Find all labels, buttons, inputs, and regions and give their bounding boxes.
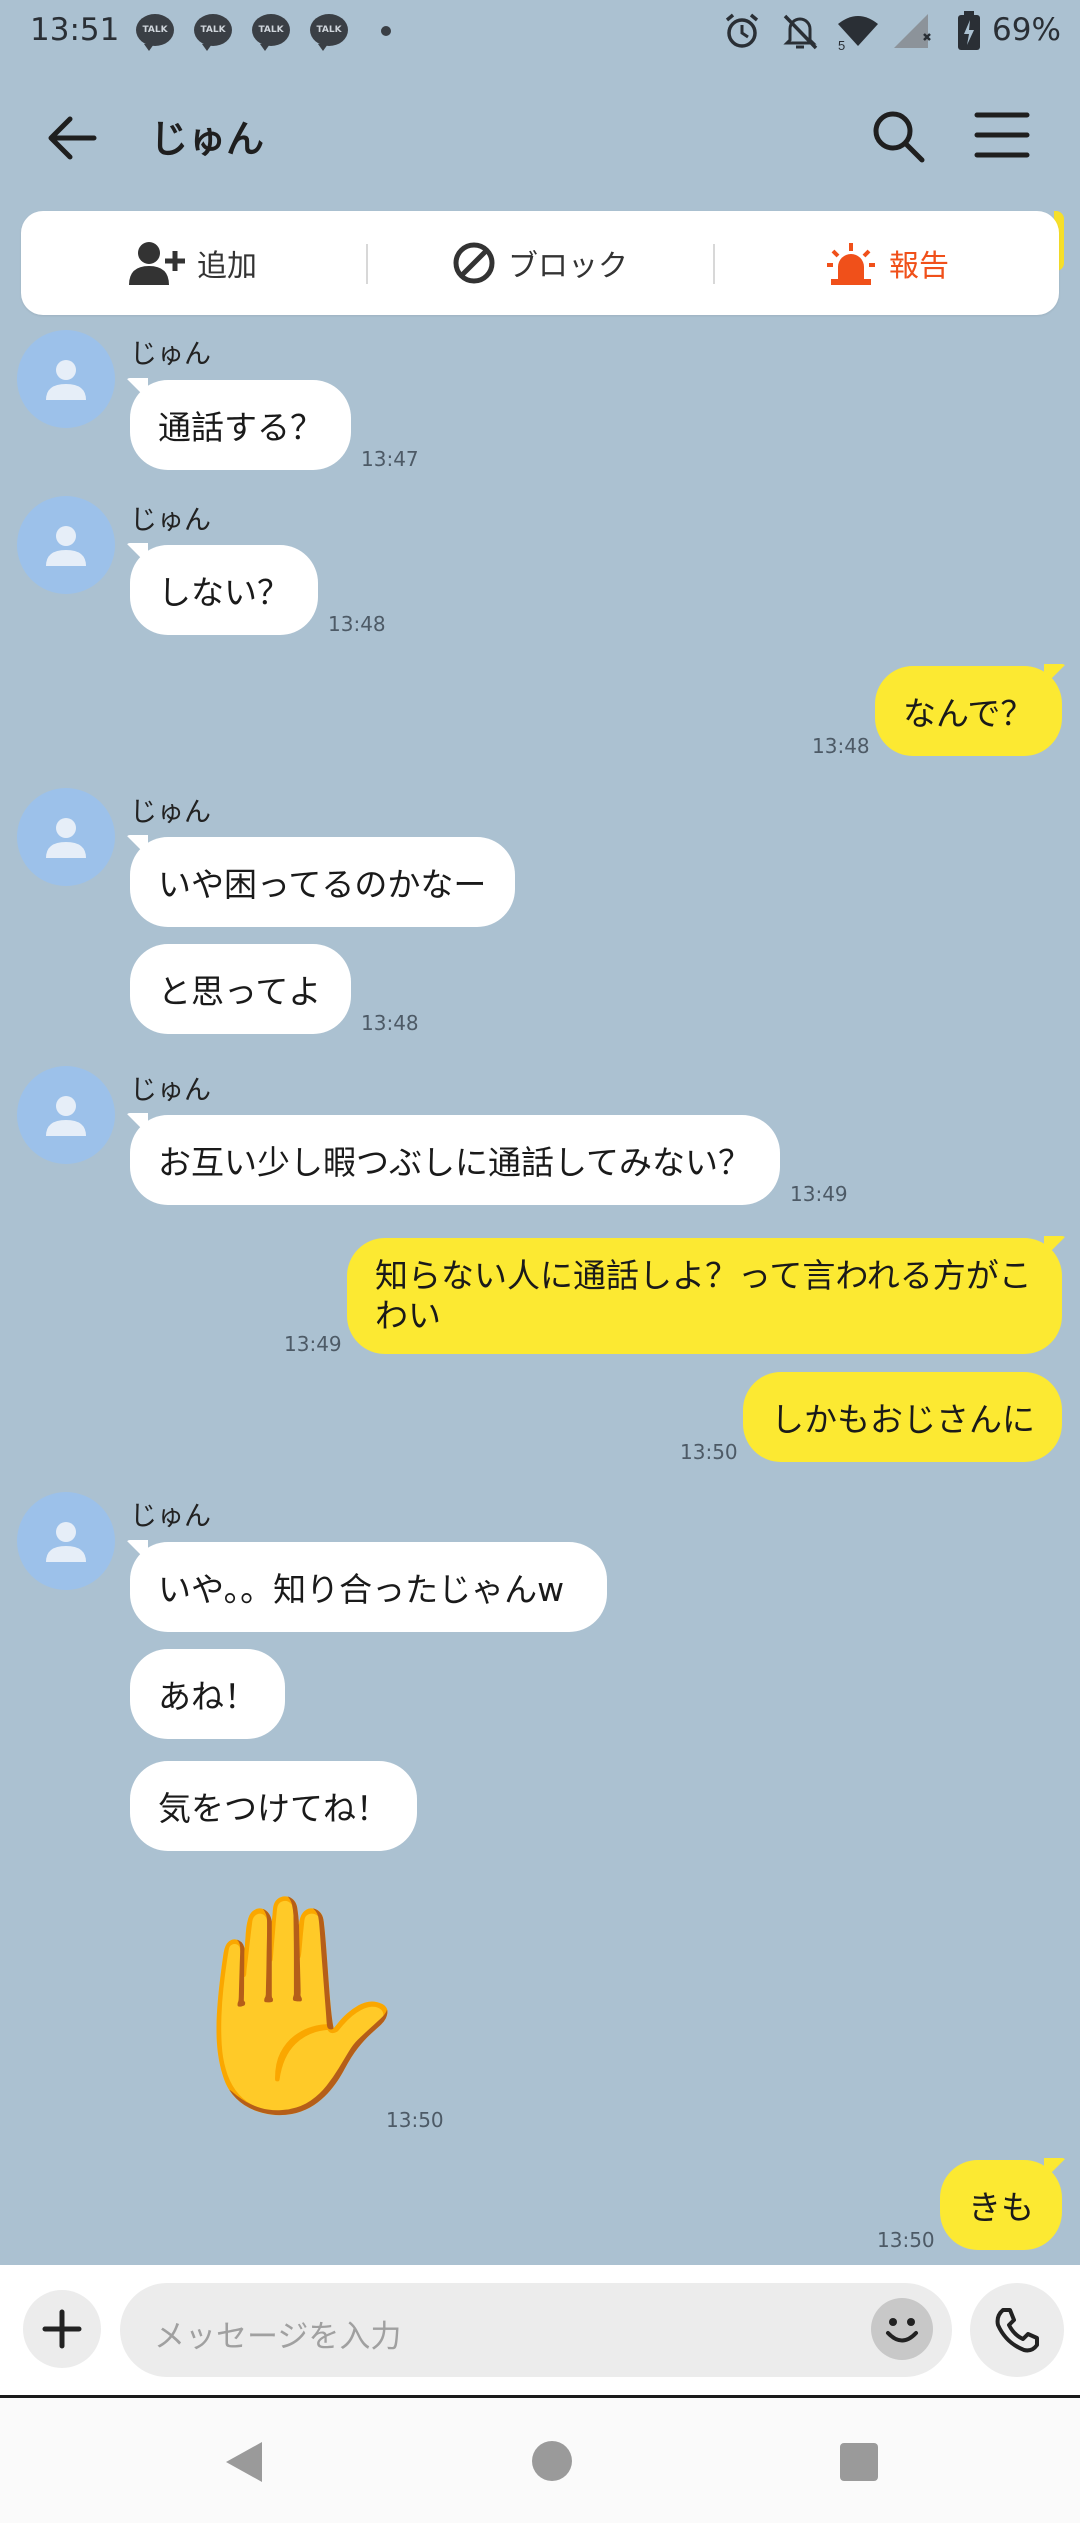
add-friend-label: 追加: [197, 249, 257, 284]
message-time: 13:48: [812, 734, 870, 758]
received-message[interactable]: 通話する？: [130, 380, 351, 470]
avatar[interactable]: [17, 1066, 115, 1164]
hand-sticker[interactable]: ✋: [160, 1890, 421, 2120]
plus-icon: [42, 2309, 82, 2349]
default-profile-icon: [46, 360, 86, 400]
talk-notification-icon: TALK: [194, 14, 232, 51]
avatar[interactable]: [17, 496, 115, 594]
sent-message[interactable]: きも: [940, 2160, 1062, 2250]
message-time: 13:50: [680, 1440, 738, 1464]
message-time: 13:50: [877, 2228, 935, 2252]
avatar[interactable]: [17, 1492, 115, 1590]
svg-text:5: 5: [838, 38, 845, 52]
call-button[interactable]: [970, 2283, 1064, 2377]
sent-message[interactable]: なんで？: [875, 666, 1062, 756]
report-button[interactable]: 報告: [715, 211, 1059, 315]
sender-name: じゅん: [130, 1501, 211, 1532]
emoticon-button[interactable]: [871, 2298, 933, 2360]
battery-icon: [958, 11, 980, 50]
received-message[interactable]: しない？: [130, 545, 318, 635]
message-time: 13:49: [284, 1332, 342, 1356]
talk-notification-icon: TALK: [136, 14, 174, 51]
sent-message[interactable]: しかもおじさんに: [743, 1372, 1062, 1462]
menu-icon[interactable]: [974, 110, 1030, 160]
block-label: ブロック: [508, 249, 628, 284]
talk-notification-icon: TALK: [252, 14, 290, 51]
signal-icon: [894, 14, 931, 48]
mute-icon: [783, 14, 818, 50]
sender-name: じゅん: [130, 797, 211, 828]
avatar[interactable]: [17, 330, 115, 428]
received-message[interactable]: と思ってよ: [130, 944, 351, 1034]
report-label: 報告: [889, 249, 949, 284]
add-user-icon: [129, 242, 185, 285]
block-icon: [453, 242, 495, 284]
battery-level: 69%: [992, 12, 1061, 48]
chat-title: じゅん: [150, 117, 265, 161]
avatar[interactable]: [17, 788, 115, 886]
received-message[interactable]: お互い少し暇つぶしに通話してみない？: [130, 1115, 780, 1205]
received-message[interactable]: 気をつけてね！: [130, 1761, 417, 1851]
message-input-placeholder: メッセージを入力: [154, 2319, 402, 2355]
alarm-icon: [725, 13, 759, 48]
system-navigation-bar: [0, 2395, 1080, 2523]
search-icon[interactable]: [868, 106, 928, 166]
back-arrow-icon[interactable]: [44, 110, 100, 166]
nav-home-icon[interactable]: [532, 2441, 572, 2481]
received-message[interactable]: あね！: [130, 1649, 285, 1739]
message-time: 13:47: [361, 447, 419, 471]
default-profile-icon: [46, 818, 86, 858]
emoticon-icon: [886, 2318, 918, 2343]
message-time: 13:50: [386, 2108, 444, 2132]
talk-notification-icon: TALK: [310, 14, 348, 51]
status-time: 13:51: [30, 12, 120, 48]
message-time: 13:48: [361, 1011, 419, 1035]
siren-icon: [827, 243, 875, 285]
more-notifications-dot: [381, 26, 391, 36]
friend-action-card: 追加 ブロック 報告: [21, 211, 1059, 315]
sender-name: じゅん: [130, 339, 211, 370]
message-time: 13:49: [790, 1182, 848, 1206]
sender-name: じゅん: [130, 1075, 211, 1106]
received-message[interactable]: いや困ってるのかなー: [130, 837, 515, 927]
block-button[interactable]: ブロック: [368, 211, 712, 315]
message-time: 13:48: [328, 612, 386, 636]
sender-name: じゅん: [130, 505, 211, 536]
default-profile-icon: [46, 526, 86, 566]
default-profile-icon: [46, 1096, 86, 1136]
add-friend-button[interactable]: 追加: [21, 211, 365, 315]
default-profile-icon: [46, 1522, 86, 1562]
wifi-icon: 5: [838, 16, 878, 52]
phone-icon: [995, 2308, 1039, 2353]
sent-message[interactable]: 知らない人に通話しよ？って言われる方がこわい: [347, 1238, 1062, 1354]
nav-recents-icon[interactable]: [840, 2443, 878, 2481]
status-bar: 13:51 TALK TALK TALK TALK 5 69%: [0, 0, 1080, 64]
attach-button[interactable]: [23, 2290, 101, 2368]
received-message[interactable]: いや。。知り合ったじゃんw: [130, 1542, 607, 1632]
nav-back-icon[interactable]: [224, 2440, 264, 2484]
